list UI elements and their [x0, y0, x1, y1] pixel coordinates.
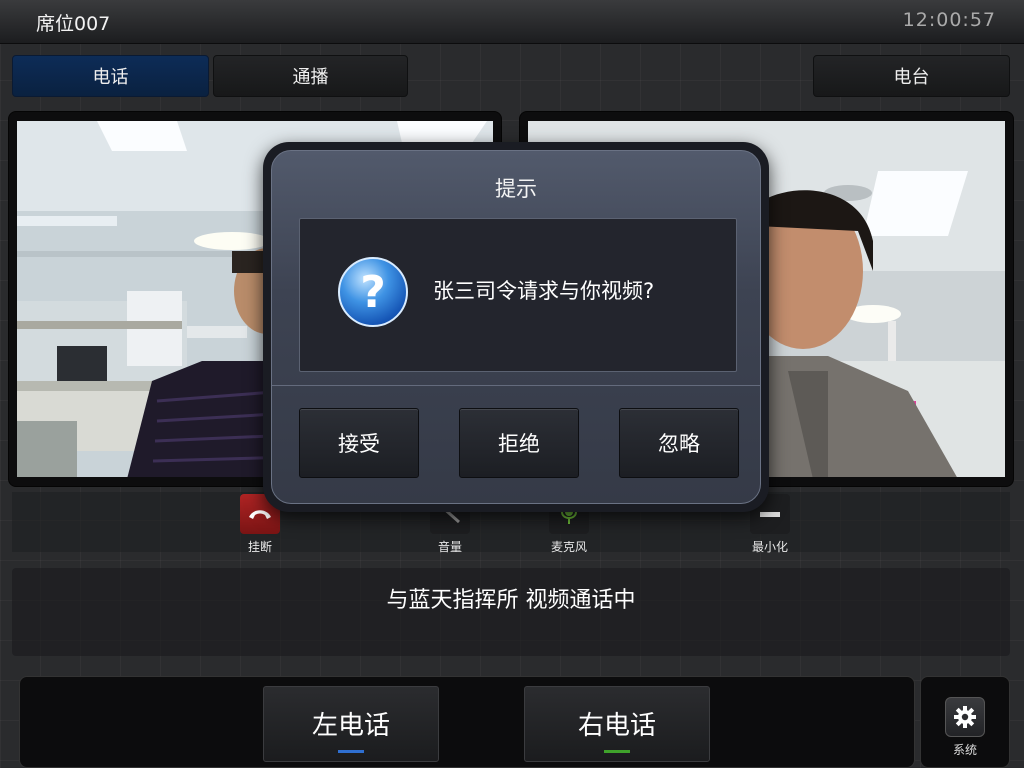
tab-phone[interactable]: 电话: [12, 55, 209, 97]
question-icon: ?: [338, 257, 408, 327]
ignore-button[interactable]: 忽略: [619, 408, 739, 478]
right-phone-indicator: [604, 750, 630, 753]
hangup-label: 挂断: [247, 540, 272, 554]
gear-icon[interactable]: [945, 697, 985, 737]
left-phone-label: 左电话: [311, 711, 390, 741]
dialog-body: 提示 ? 张三司令请求与你视频? 接受 拒绝 忽略: [271, 150, 761, 504]
seat-label: 席位007: [36, 13, 111, 35]
accept-button[interactable]: 接受: [299, 408, 419, 478]
video-request-dialog: 提示 ? 张三司令请求与你视频? 接受 拒绝 忽略: [263, 142, 769, 512]
clock: 12:00:57: [902, 9, 996, 31]
left-phone-indicator: [338, 750, 364, 753]
right-phone-button[interactable]: 右电话: [524, 686, 710, 762]
call-status-text: 与蓝天指挥所 视频通话中: [386, 588, 636, 613]
left-phone-button[interactable]: 左电话: [263, 686, 439, 762]
dialog-title: 提示: [495, 177, 537, 201]
system-button[interactable]: 系统: [920, 676, 1010, 768]
system-label: 系统: [952, 743, 977, 757]
dialog-message-box: ? 张三司令请求与你视频?: [299, 218, 737, 372]
right-phone-label: 右电话: [577, 711, 656, 741]
tab-radio[interactable]: 电台: [813, 55, 1010, 97]
dialog-message: 张三司令请求与你视频?: [433, 279, 655, 303]
dialog-divider: [272, 385, 760, 386]
mic-label: 麦克风: [550, 540, 587, 554]
tab-broadcast[interactable]: 通播: [213, 55, 408, 97]
minimize-label: 最小化: [751, 540, 788, 554]
phone-selector-panel: 左电话 右电话: [19, 676, 915, 768]
reject-button[interactable]: 拒绝: [459, 408, 579, 478]
call-status-panel: 与蓝天指挥所 视频通话中: [12, 568, 1010, 656]
volume-label: 音量: [437, 540, 462, 554]
top-bar: 席位007 12:00:57: [0, 0, 1024, 44]
